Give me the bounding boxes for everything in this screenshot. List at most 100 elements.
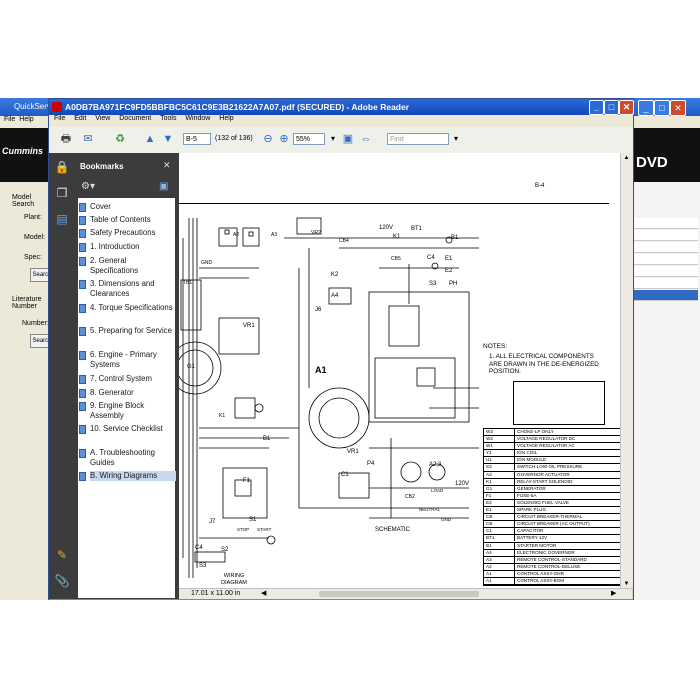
table-cell-description: CAPACITOR [514,528,543,535]
schematic-label-120v: 120V [379,225,394,231]
bookmark-torque[interactable]: 4. Torque Specifications [79,303,176,313]
next-page-icon[interactable]: ▼ [161,132,175,146]
document-view[interactable]: B-4 120V GND A2 A3 VR2 CB4 K1 BT1 B1 CB5… [179,153,623,588]
find-dropdown-chevron-icon[interactable]: ▾ [449,132,463,146]
table-row: F1 FUSE-5A [484,492,622,500]
bookmark-icon [79,351,86,360]
list-item[interactable] [634,242,698,253]
table-cell-description: IGN MODULE [514,457,546,464]
attachments-icon[interactable]: 📎 [54,573,70,589]
bg-maximize-button[interactable]: □ [654,100,670,116]
table-cell-ref: CB [486,514,493,520]
table-cell-ref: A1 [486,577,492,583]
table-row: CB CIRCUIT BREAKER (AC OUTPUT) [484,521,622,529]
bookmark-safety-precautions[interactable]: Safety Precautions [79,228,176,238]
comments-icon[interactable]: ✎ [54,547,70,563]
bookmark-icon [79,327,86,336]
close-button[interactable]: ✕ [619,100,634,115]
bookmark-icon [79,375,86,384]
schematic-label-gnd: GND [201,260,213,266]
model-search-heading: Model Search [12,194,35,208]
bg-minimize-button[interactable]: _ [638,100,654,116]
table-cell-description: SOLENOID FUEL VALVE [514,499,569,506]
bookmark-troubleshooting[interactable]: A. Troubleshooting Guides [79,448,176,467]
vertical-scrollbar[interactable]: ▲ ▼ [620,153,633,588]
bookmarks-icon[interactable]: ▤ [54,211,70,227]
bookmark-service-checklist[interactable]: 10. Service Checklist [79,424,176,434]
menu-file[interactable]: File [54,115,65,122]
zoom-input[interactable]: 55% [293,133,325,145]
zoom-out-icon[interactable]: ⊖ [261,132,275,146]
new-bookmark-icon[interactable]: ▣ [159,181,168,192]
lock-icon[interactable]: 🔒 [54,159,70,175]
table-cell-ref: A2 [486,563,492,569]
bookmark-dimensions[interactable]: 3. Dimensions and Clearances [79,279,176,298]
bookmark-preparing-service[interactable]: 5. Preparing for Service [79,326,176,336]
menu-help[interactable]: Help [219,115,233,122]
toolbar: 🖶 ✉ ♻ ▲ ▼ B-5 (132 of 136) ⊖ ⊕ 55% ▾ ▣ ⇔… [49,127,633,154]
list-item[interactable] [634,278,698,289]
bg-menu-help[interactable]: Help [19,116,33,123]
previous-page-icon[interactable]: ▲ [143,132,157,146]
model-label: Model: [24,234,46,241]
page-number-input[interactable]: B-5 [183,133,211,145]
bg-close-button[interactable]: ✕ [670,100,686,116]
bookmark-icon [79,243,86,252]
bookmark-generator[interactable]: 8. Generator [79,388,176,398]
schematic-label-a3: A3 [271,232,278,238]
bookmark-control-system[interactable]: 7. Control System [79,374,176,384]
number-label: Number: [22,320,49,327]
table-cell-description: CHOKE-LP ONLY [514,429,554,435]
scroll-up-icon[interactable]: ▲ [622,155,631,164]
zoom-dropdown-chevron-icon[interactable]: ▾ [326,132,340,146]
window-bottom-edge [49,599,633,600]
reader-titlebar[interactable]: A0DB7BA971FC9FD5BBFBC5C61C9E3B21622A7A07… [49,99,634,115]
menu-tools[interactable]: Tools [160,115,176,122]
bookmark-general-specifications[interactable]: 2. General Specifications [79,256,176,275]
collaborate-icon[interactable]: ♻ [113,132,127,146]
table-row: B1 STARTER MOTOR [484,542,622,550]
print-icon[interactable]: 🖶 [59,132,73,146]
find-input[interactable]: Find [387,133,449,145]
list-item[interactable] [634,218,698,229]
list-item[interactable] [634,266,698,277]
options-gear-icon[interactable]: ⚙▾ [81,181,95,192]
bookmarks-title: Bookmarks [80,162,124,171]
bg-menu-file[interactable]: File [4,116,15,123]
cummins-logo: Cummins [2,146,44,156]
scroll-right-icon[interactable]: ▶ [611,589,616,597]
table-row: W3 CHOKE-LP ONLY [484,429,622,437]
table-row: W2 VOLTAGE REGULATOR DC [484,436,622,444]
table-cell-ref: G1 [486,485,493,491]
bookmarks-header: Bookmarks ✕ [75,158,179,174]
pages-icon[interactable]: ❐ [54,185,70,201]
bookmark-engine-primary[interactable]: 6. Engine - Primary Systems [79,350,176,369]
list-item[interactable] [634,254,698,265]
scroll-thumb[interactable] [319,591,479,597]
menu-document[interactable]: Document [119,115,151,122]
schematic-label-s3: S3 [429,281,437,287]
fit-page-icon[interactable]: ▣ [341,132,355,146]
table-row: W1 VOLTAGE REGULATOR AC [484,443,622,451]
menu-window[interactable]: Window [185,115,210,122]
cummins-banner: Cummins [0,128,50,182]
zoom-in-icon[interactable]: ⊕ [277,132,291,146]
email-icon[interactable]: ✉ [81,132,95,146]
list-item[interactable] [634,230,698,241]
bookmark-icon [79,449,86,458]
menu-view[interactable]: View [95,115,110,122]
bookmark-wiring-diagrams[interactable]: B. Wiring Diagrams [79,471,176,481]
bookmark-engine-block[interactable]: 9. Engine Block Assembly [79,401,176,420]
table-row: BT1 BATTERY 12V [484,535,622,543]
bookmark-introduction[interactable]: 1. Introduction [79,242,176,252]
bookmark-table-of-contents[interactable]: Table of Contents [79,215,176,225]
fit-width-icon[interactable]: ⇔ [359,132,373,146]
bookmark-cover[interactable]: Cover [79,202,176,212]
close-panel-icon[interactable]: ✕ [163,160,171,171]
maximize-button[interactable]: □ [604,100,619,115]
minimize-button[interactable]: _ [589,100,604,115]
menu-edit[interactable]: Edit [74,115,86,122]
scroll-left-icon[interactable]: ◀ [261,589,266,597]
list-item-selected[interactable] [634,290,698,301]
table-cell-ref: S3 [486,464,492,470]
